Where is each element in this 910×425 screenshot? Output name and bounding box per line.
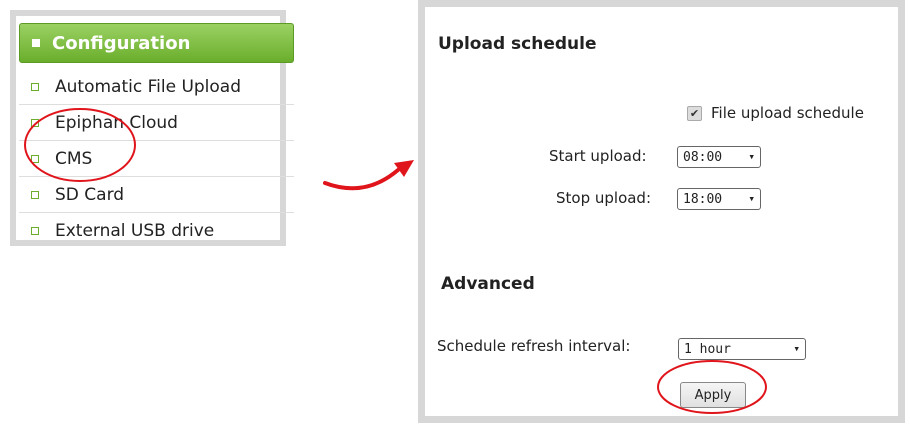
stop-upload-value: 18:00 <box>683 191 723 207</box>
nav-header-label: Configuration <box>52 32 191 54</box>
upload-schedule-title: Upload schedule <box>438 34 597 54</box>
nav-item-label: CMS <box>55 148 93 169</box>
chevron-down-icon: ▾ <box>748 150 755 163</box>
square-bullet-icon <box>31 154 39 163</box>
nav-item-label: Automatic File Upload <box>55 76 242 97</box>
nav-header-configuration[interactable]: Configuration <box>19 23 294 63</box>
schedule-refresh-value: 1 hour <box>684 341 731 357</box>
upload-settings-panel: Upload schedule ✔ File upload schedule S… <box>418 0 905 423</box>
nav-item-epiphan-cloud[interactable]: Epiphan Cloud <box>19 105 294 141</box>
file-upload-schedule-label: File upload schedule <box>711 104 864 122</box>
schedule-refresh-select[interactable]: 1 hour ▾ <box>678 338 806 360</box>
stop-upload-label: Stop upload: <box>556 189 652 207</box>
apply-button[interactable]: Apply <box>680 382 746 408</box>
start-upload-select[interactable]: 08:00 ▾ <box>677 146 761 168</box>
advanced-title: Advanced <box>441 274 535 294</box>
start-upload-label: Start upload: <box>549 147 647 165</box>
nav-item-sd-card[interactable]: SD Card <box>19 177 294 213</box>
square-bullet-icon <box>31 118 39 127</box>
nav-item-automatic-file-upload[interactable]: Automatic File Upload <box>19 69 294 105</box>
file-upload-schedule-option: ✔ File upload schedule <box>687 104 864 122</box>
file-upload-schedule-checkbox[interactable]: ✔ <box>687 105 702 121</box>
nav-item-label: Epiphan Cloud <box>55 112 178 133</box>
chevron-down-icon: ▾ <box>748 192 755 205</box>
nav-list: Automatic File Upload Epiphan Cloud CMS … <box>19 69 294 249</box>
red-arrow-head-icon <box>394 160 414 177</box>
chevron-down-icon: ▾ <box>793 342 800 355</box>
stop-upload-select[interactable]: 18:00 ▾ <box>677 188 761 210</box>
red-arrow-curve <box>323 168 400 191</box>
square-bullet-icon <box>31 82 39 91</box>
nav-item-label: External USB drive <box>55 221 215 241</box>
nav-item-label: SD Card <box>55 184 125 205</box>
nav-item-external-usb-drive[interactable]: External USB drive <box>19 213 294 249</box>
start-upload-value: 08:00 <box>683 149 723 165</box>
schedule-refresh-label: Schedule refresh interval: <box>437 337 631 355</box>
square-bullet-icon <box>31 227 39 235</box>
header-bullet-icon <box>32 39 40 47</box>
nav-item-cms[interactable]: CMS <box>19 141 294 177</box>
config-nav: Configuration Automatic File Upload Epip… <box>10 10 294 246</box>
square-bullet-icon <box>31 190 39 199</box>
